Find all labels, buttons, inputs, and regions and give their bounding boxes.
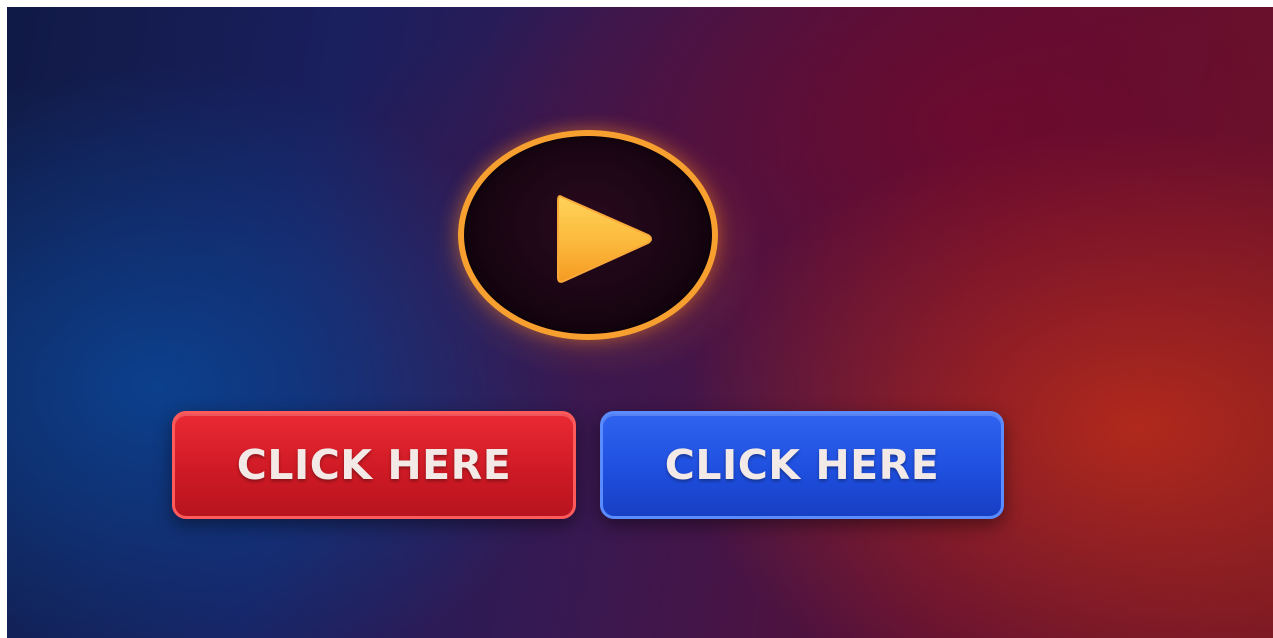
button-label: CLICK HERE bbox=[236, 441, 512, 489]
play-icon bbox=[557, 195, 652, 283]
click-here-button-blue[interactable]: CLICK HERE bbox=[600, 411, 1004, 519]
button-label: CLICK HERE bbox=[664, 441, 940, 489]
click-here-button-red[interactable]: CLICK HERE bbox=[172, 411, 576, 519]
banner-background: CLICK HERE CLICK HERE bbox=[7, 7, 1273, 638]
play-button[interactable] bbox=[458, 130, 718, 340]
